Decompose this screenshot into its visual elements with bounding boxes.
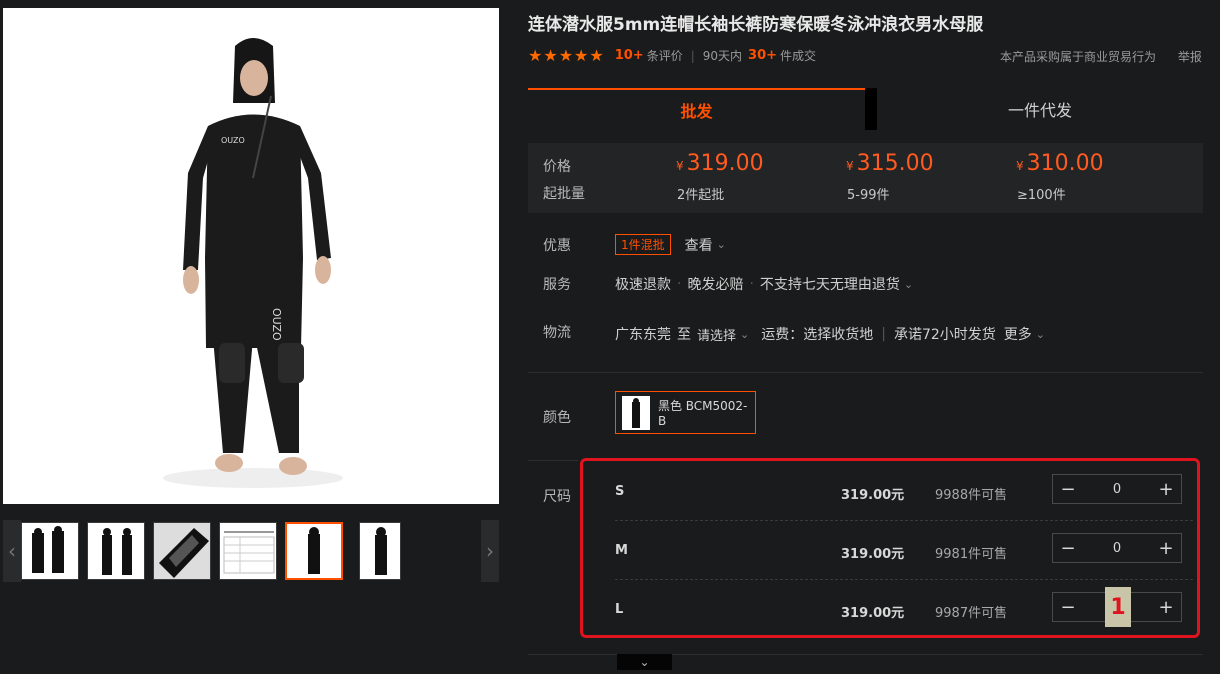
tab-dropship[interactable]: 一件代发 — [865, 88, 1203, 130]
sold-label: 件成交 — [780, 49, 817, 63]
product-title: 连体潜水服5mm连帽长袖长裤防寒保暖冬泳冲浪衣男水母服 — [528, 15, 984, 35]
color-swatch-image — [622, 395, 650, 430]
shipping-fee: 运费：选择收货地 — [761, 327, 874, 343]
service-label: 服务 — [543, 277, 571, 293]
expand-chevron-icon[interactable]: ⌄ — [617, 654, 672, 670]
divider — [528, 460, 578, 461]
ship-to: 至 — [677, 327, 691, 343]
trade-note: 本产品采购属于商业贸易行为 — [1000, 50, 1157, 64]
chevron-down-icon[interactable]: ⌄ — [717, 238, 726, 251]
size-label: 尺码 — [543, 489, 571, 505]
service-item: 不支持七天无理由退货 — [759, 277, 900, 293]
thumb-next-icon[interactable]: › — [481, 520, 499, 582]
thumb-prev-icon[interactable]: ‹ — [3, 520, 21, 582]
wetsuit-image: OUZO OUZO — [163, 38, 343, 488]
service-item: 极速退款 — [615, 277, 671, 293]
meta-right: 本产品采购属于商业贸易行为 举报 — [1000, 48, 1202, 65]
more-link[interactable]: 更多 — [1004, 324, 1032, 344]
tier-2-qty: 5-99件 — [847, 188, 890, 203]
tier-1-price: ¥319.00 — [676, 151, 764, 176]
brand-logo-leg: OUZO — [270, 308, 283, 341]
price-tiers: 价格 起批量 ¥319.00 2件起批 ¥315.00 5-99件 ¥310.0… — [528, 143, 1203, 213]
tier-3-price: ¥310.00 — [1016, 151, 1104, 176]
service-item: 晚发必赔 — [687, 277, 744, 293]
promo-label: 优惠 — [543, 238, 571, 254]
thumbnail-2[interactable] — [87, 522, 145, 580]
promo-view-link[interactable]: 查看 — [685, 235, 713, 255]
tier-3-qty: ≥100件 — [1017, 188, 1066, 203]
chevron-down-icon[interactable]: ⌄ — [1036, 328, 1045, 341]
chevron-down-icon[interactable]: ⌄ — [740, 328, 749, 341]
thumbnail-strip: ‹ › — [3, 520, 499, 582]
sales-period: 90天内 — [702, 49, 743, 63]
thumbnail-6[interactable] — [359, 522, 401, 580]
destination-select[interactable]: 请选择 — [697, 325, 736, 344]
thumbnail-4[interactable] — [219, 522, 277, 580]
mixed-batch-tag: 1件混批 — [615, 234, 671, 255]
size-selection-highlight — [580, 458, 1200, 638]
color-option-black[interactable]: 黑色 BCM5002-B — [615, 391, 756, 434]
chevron-down-icon[interactable]: ⌄ — [904, 278, 913, 291]
qty-label: 起批量 — [543, 186, 585, 202]
promo-row: 1件混批 查看 ⌄ — [615, 234, 726, 255]
thumbnail-3[interactable] — [153, 522, 211, 580]
logistics-row: 广东东莞 至 请选择 ⌄ 运费：选择收货地 | 承诺72小时发货 更多 ⌄ — [615, 324, 1045, 344]
thumbnail-5[interactable] — [285, 522, 343, 580]
sold-count: 30+ — [748, 48, 778, 63]
review-count[interactable]: 10+ — [615, 48, 644, 63]
report-link[interactable]: 举报 — [1178, 50, 1202, 64]
price-label: 价格 — [543, 159, 571, 175]
logistics-label: 物流 — [543, 325, 571, 341]
rating-stars-icon: ★★★★★ — [528, 46, 605, 65]
thumbnail-1[interactable] — [21, 522, 79, 580]
purchase-tabs: 批发 一件代发 — [528, 88, 1203, 130]
tier-1-qty: 2件起批 — [677, 188, 725, 203]
divider — [528, 372, 1203, 373]
brand-logo: OUZO — [221, 136, 245, 145]
color-option-label: 黑色 BCM5002-B — [657, 399, 748, 428]
color-label: 颜色 — [543, 410, 571, 426]
main-product-image[interactable]: OUZO OUZO — [3, 8, 499, 504]
service-row: 极速退款 · 晚发必赔 · 不支持七天无理由退货 ⌄ — [615, 276, 914, 293]
tab-wholesale[interactable]: 批发 — [528, 88, 865, 130]
ship-promise: 承诺72小时发货 — [893, 327, 996, 343]
product-meta: ★★★★★ 10+ 条评价 | 90天内 30+ 件成交 — [528, 46, 817, 65]
ship-origin: 广东东莞 — [615, 327, 671, 343]
review-label[interactable]: 条评价 — [647, 47, 683, 64]
tier-2-price: ¥315.00 — [846, 151, 934, 176]
